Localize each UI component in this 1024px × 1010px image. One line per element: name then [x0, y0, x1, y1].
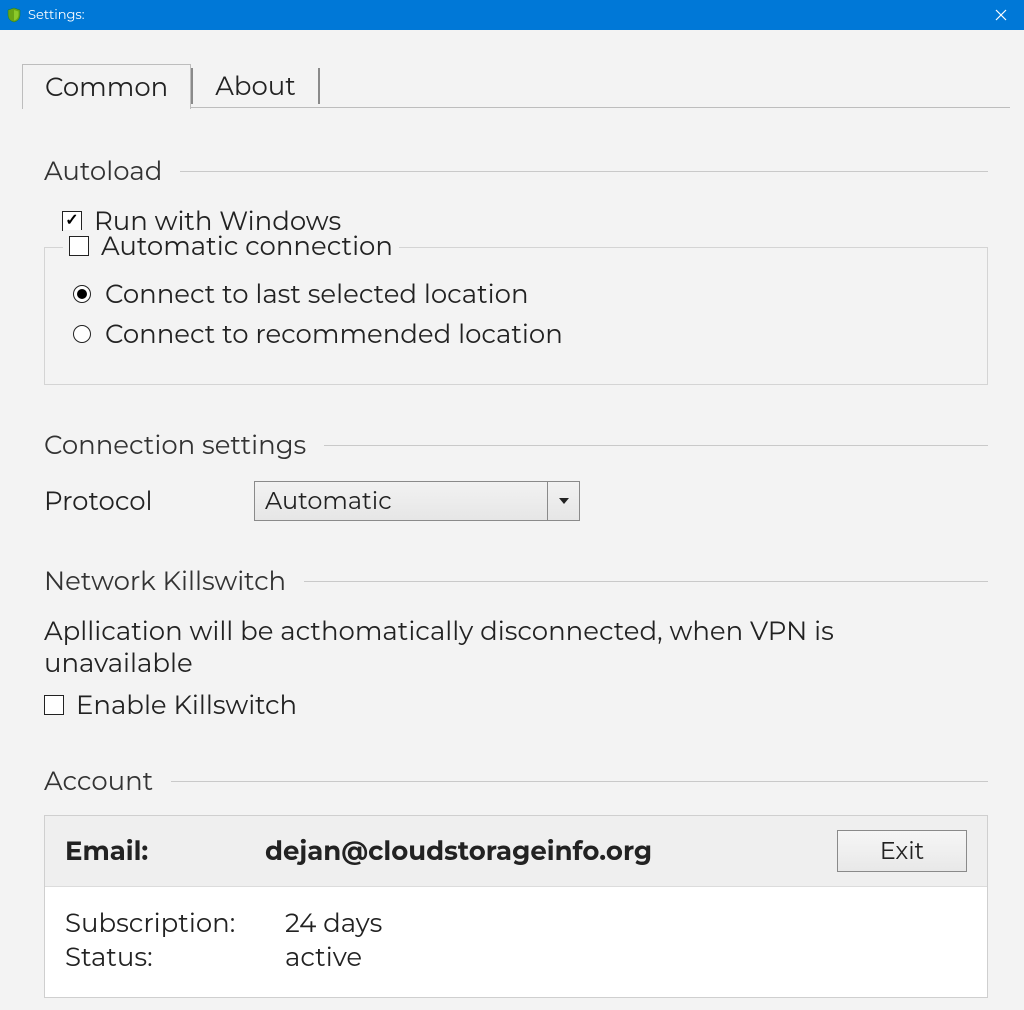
connect-recommended-label: Connect to recommended location	[105, 318, 563, 350]
subscription-value: 24 days	[285, 907, 382, 939]
account-email-label: Email:	[65, 835, 265, 867]
connect-last-row: Connect to last selected location	[73, 278, 963, 310]
automatic-connection-checkbox[interactable]	[69, 236, 89, 256]
section-account-heading: Account	[44, 765, 988, 797]
status-label: Status:	[65, 941, 285, 973]
titlebar: Settings:	[0, 0, 1024, 30]
connect-recommended-row: Connect to recommended location	[73, 318, 963, 350]
tab-common[interactable]: Common	[22, 64, 191, 109]
run-with-windows-checkbox[interactable]	[62, 211, 82, 231]
killswitch-description: Apllication will be acthomatically disco…	[44, 615, 988, 679]
tab-separator	[318, 68, 320, 104]
account-email-value: dejan@cloudstorageinfo.org	[265, 835, 837, 867]
subscription-label: Subscription:	[65, 907, 285, 939]
chevron-down-icon	[547, 482, 579, 520]
connect-last-label: Connect to last selected location	[105, 278, 529, 310]
connect-last-radio[interactable]	[73, 285, 91, 303]
section-autoload-heading: Autoload	[44, 155, 988, 187]
protocol-row: Protocol Automatic	[44, 481, 988, 521]
enable-killswitch-checkbox[interactable]	[44, 695, 64, 715]
window-title: Settings:	[28, 7, 85, 23]
connect-recommended-radio[interactable]	[73, 325, 91, 343]
protocol-dropdown[interactable]: Automatic	[254, 481, 580, 521]
tab-panel-common: Autoload Run with Windows Automatic conn…	[2, 155, 1022, 1010]
section-title: Network Killswitch	[44, 565, 304, 597]
close-button[interactable]	[978, 0, 1024, 30]
account-card: Email: dejan@cloudstorageinfo.org Exit S…	[44, 815, 988, 998]
automatic-connection-label: Automatic connection	[101, 230, 393, 262]
protocol-label: Protocol	[44, 485, 254, 517]
section-killswitch-heading: Network Killswitch	[44, 565, 988, 597]
protocol-value: Automatic	[255, 482, 547, 520]
exit-button[interactable]: Exit	[837, 830, 967, 872]
status-value: active	[285, 941, 362, 973]
section-connection-heading: Connection settings	[44, 429, 988, 461]
app-shield-icon	[6, 7, 22, 23]
auto-connection-group: Automatic connection Connect to last sel…	[44, 247, 988, 385]
section-title: Account	[44, 765, 171, 797]
enable-killswitch-row: Enable Killswitch	[44, 689, 988, 721]
enable-killswitch-label: Enable Killswitch	[76, 689, 297, 721]
tab-about[interactable]: About	[193, 64, 318, 108]
section-title: Autoload	[44, 155, 180, 187]
section-title: Connection settings	[44, 429, 324, 461]
close-icon	[995, 9, 1007, 21]
tabs: Common About	[2, 58, 1022, 108]
